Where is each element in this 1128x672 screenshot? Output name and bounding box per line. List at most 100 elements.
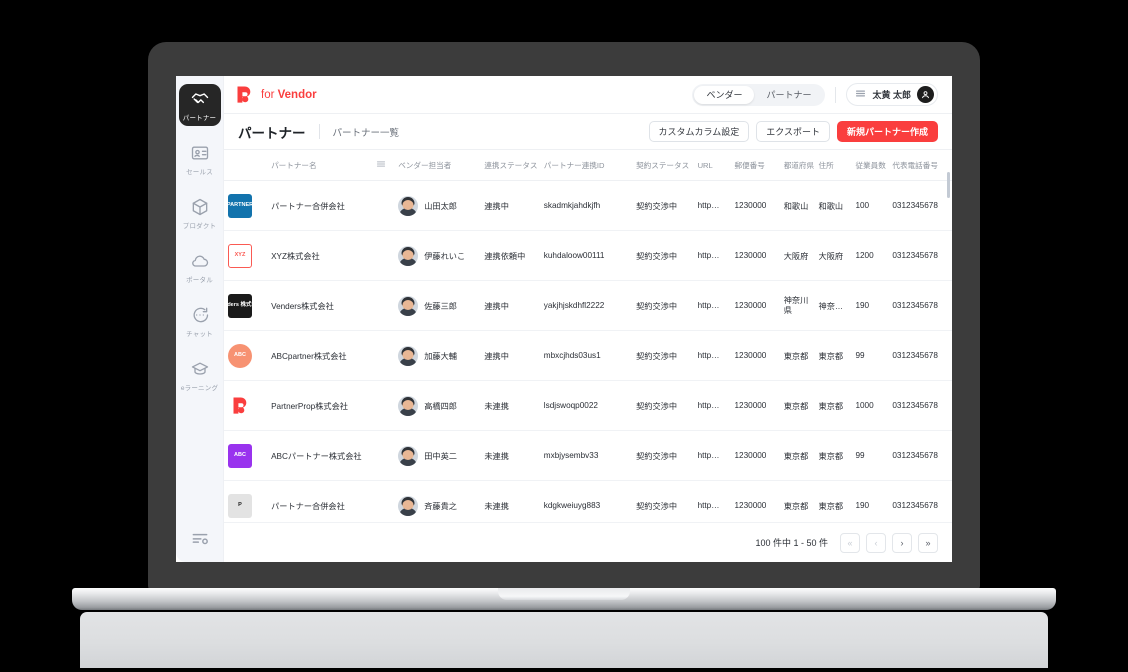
table-scrollbar[interactable] xyxy=(947,172,950,472)
cell-partner-id: kuhdaloow00111 xyxy=(539,230,633,281)
brand-text: for Vendor xyxy=(261,88,317,101)
sidebar-item-partner[interactable]: パートナー xyxy=(178,84,221,126)
cell-tel: 0312345678 xyxy=(888,230,952,281)
top-bar-right: ベンダー パートナー 太黄 太郎 xyxy=(692,83,938,106)
col-employees[interactable]: 従業員数 xyxy=(851,150,889,181)
breadcrumb: パートナー一覧 xyxy=(332,127,400,139)
partner-logo-cell: ABC xyxy=(224,430,268,481)
pagination-prev-button[interactable]: ‹ xyxy=(866,532,886,553)
partner-table: パートナー名 ベンダー担当者 連携ステータス パートナー連携ID 契約ステータス xyxy=(224,150,952,522)
role-toggle-vendor[interactable]: ベンダー xyxy=(694,85,755,104)
custom-column-settings-button[interactable]: カスタムカラム設定 xyxy=(648,121,750,142)
owner-avatar xyxy=(398,295,419,316)
role-toggle[interactable]: ベンダー パートナー xyxy=(692,83,826,106)
col-partner-name[interactable]: パートナー名 xyxy=(267,150,372,181)
cell-tel: 0312345678 xyxy=(888,380,952,431)
partner-logo-cell: P xyxy=(224,480,268,522)
table-row[interactable]: Venders 株式会社 Venders株式会社 佐藤三郎 連携中yakjhjskdh… xyxy=(224,280,952,331)
sidebar-item-label: パートナー xyxy=(182,115,217,122)
col-link-status[interactable]: 連携ステータス xyxy=(480,150,540,181)
partner-logo-cell xyxy=(224,380,268,431)
pagination-last-button[interactable]: » xyxy=(918,532,938,553)
cell-prefecture: 和歌山 xyxy=(779,180,815,231)
cell-contract-status: 契約交渉中 xyxy=(632,480,694,522)
sidebar-item-portal[interactable]: ポータル xyxy=(179,246,221,288)
laptop-screen: パートナー セールス プロダクト ポータル チャット eラーニング for Ve… xyxy=(176,76,952,562)
table-scrollbar-thumb[interactable] xyxy=(947,172,950,198)
cell-url: http… xyxy=(693,480,731,522)
cell-url: http… xyxy=(693,430,731,481)
col-url[interactable]: URL xyxy=(693,150,731,181)
hamburger-icon[interactable] xyxy=(855,86,866,104)
export-button[interactable]: エクスポート xyxy=(756,121,830,142)
cell-zip: 1230000 xyxy=(730,380,780,431)
cell-spacer xyxy=(371,380,395,431)
pagination: 100 件中 1 - 50 件 « ‹ › » xyxy=(224,522,952,562)
table-row[interactable]: ABC ABCpartner株式会社 加藤大輔 連携中 mbxcjhds03us1 契約交… xyxy=(224,330,952,381)
cell-address: 大阪府 xyxy=(814,230,852,281)
table-row[interactable]: XYZ XYZ株式会社 伊藤れいこ 連携依頼中 kuhdaloow00111 契約交渉中 h… xyxy=(224,230,952,281)
col-partner-id[interactable]: パートナー連携ID xyxy=(539,150,633,181)
table-header-row: パートナー名 ベンダー担当者 連携ステータス パートナー連携ID 契約ステータス xyxy=(224,150,952,181)
cell-zip: 1230000 xyxy=(730,180,780,231)
cell-partner-name: パートナー合併会社 xyxy=(267,480,372,522)
cell-zip: 1230000 xyxy=(730,280,780,331)
cell-employees: 99 xyxy=(851,330,889,381)
sidebar-item-elearning[interactable]: eラーニング xyxy=(179,354,221,396)
col-address[interactable]: 住所 xyxy=(814,150,852,181)
col-vendor-owner[interactable]: ベンダー担当者 xyxy=(394,150,481,181)
cell-address: 神奈… xyxy=(814,280,852,331)
user-avatar-icon[interactable] xyxy=(917,86,934,103)
partner-logo-icon: XYZ xyxy=(228,243,252,268)
user-chip[interactable]: 太黄 太郎 xyxy=(846,83,938,106)
owner-name: 田中英二 xyxy=(424,451,457,461)
cell-employees: 99 xyxy=(851,430,889,481)
cube-icon xyxy=(190,197,210,217)
pagination-first-button[interactable]: « xyxy=(840,532,860,553)
role-toggle-partner[interactable]: パートナー xyxy=(754,86,823,104)
pagination-next-button[interactable]: › xyxy=(892,532,912,553)
cell-contract-status: 契約交渉中 xyxy=(632,180,694,231)
cell-url: http… xyxy=(693,280,731,331)
create-partner-button[interactable]: 新規パートナー作成 xyxy=(836,121,938,142)
column-menu-icon[interactable] xyxy=(371,150,395,181)
owner-name: 高橋四郎 xyxy=(424,401,457,411)
cell-url: http… xyxy=(693,330,731,381)
cell-prefecture: 東京都 xyxy=(779,430,815,481)
table-row[interactable]: PartnerProp株式会社 高橋四郎 未連携 lsdjswoqp0022 契約交渉中… xyxy=(224,380,952,431)
partner-logo-cell: XYZ xyxy=(224,230,268,281)
owner-avatar xyxy=(398,245,419,266)
col-prefecture[interactable]: 都道府県 xyxy=(779,150,815,181)
partner-table-container: パートナー名 ベンダー担当者 連携ステータス パートナー連携ID 契約ステータス xyxy=(224,150,952,522)
table-row[interactable]: PARTNER パートナー合併会社 山田太郎 連携中 skadmkjahdkjfh 契約交… xyxy=(224,180,952,231)
cell-url: http… xyxy=(693,380,731,431)
table-row[interactable]: ABC ABCパートナー株式会社 田中英二 未連携 mxbjysembv33 契約交渉中 h… xyxy=(224,430,952,481)
cell-partner-name: ABCpartner株式会社 xyxy=(267,330,372,381)
cell-spacer xyxy=(371,430,395,481)
col-logo xyxy=(224,150,268,181)
cell-partner-name: ABCパートナー株式会社 xyxy=(267,430,372,481)
sidebar-settings-button[interactable] xyxy=(190,528,210,548)
col-zip[interactable]: 郵便番号 xyxy=(730,150,780,181)
sidebar-item-sales[interactable]: セールス xyxy=(179,138,221,180)
owner-name: 山田太郎 xyxy=(424,201,457,211)
partner-logo-icon: P xyxy=(228,493,252,518)
sidebar-item-chat[interactable]: チャット xyxy=(179,300,221,342)
cell-employees: 1000 xyxy=(851,380,889,431)
cell-spacer xyxy=(371,180,395,231)
col-contract-status[interactable]: 契約ステータス xyxy=(632,150,694,181)
table-row[interactable]: P パートナー合併会社 斉藤貴之 未連携 kdgkweiuyg883 契約交渉中 http…… xyxy=(224,480,952,522)
cell-employees: 1200 xyxy=(851,230,889,281)
brand[interactable]: for Vendor xyxy=(236,85,317,104)
page-header: パートナー パートナー一覧 カスタムカラム設定 エクスポート 新規パートナー作成 xyxy=(224,114,952,150)
partner-logo-icon: ABC xyxy=(228,343,252,368)
top-bar-divider xyxy=(835,86,837,103)
col-tel[interactable]: 代表電話番号 xyxy=(888,150,952,181)
sidebar-item-product[interactable]: プロダクト xyxy=(179,192,221,234)
settings-list-icon xyxy=(190,528,210,548)
screenshot-stage: パートナー セールス プロダクト ポータル チャット eラーニング for Ve… xyxy=(0,0,1128,672)
pagination-summary: 100 件中 1 - 50 件 xyxy=(755,538,828,548)
main-area: for Vendor ベンダー パートナー 太黄 太郎 パートナー パートナー一… xyxy=(224,76,952,562)
page-title: パートナー xyxy=(238,125,306,141)
cell-address: 東京都 xyxy=(814,480,852,522)
